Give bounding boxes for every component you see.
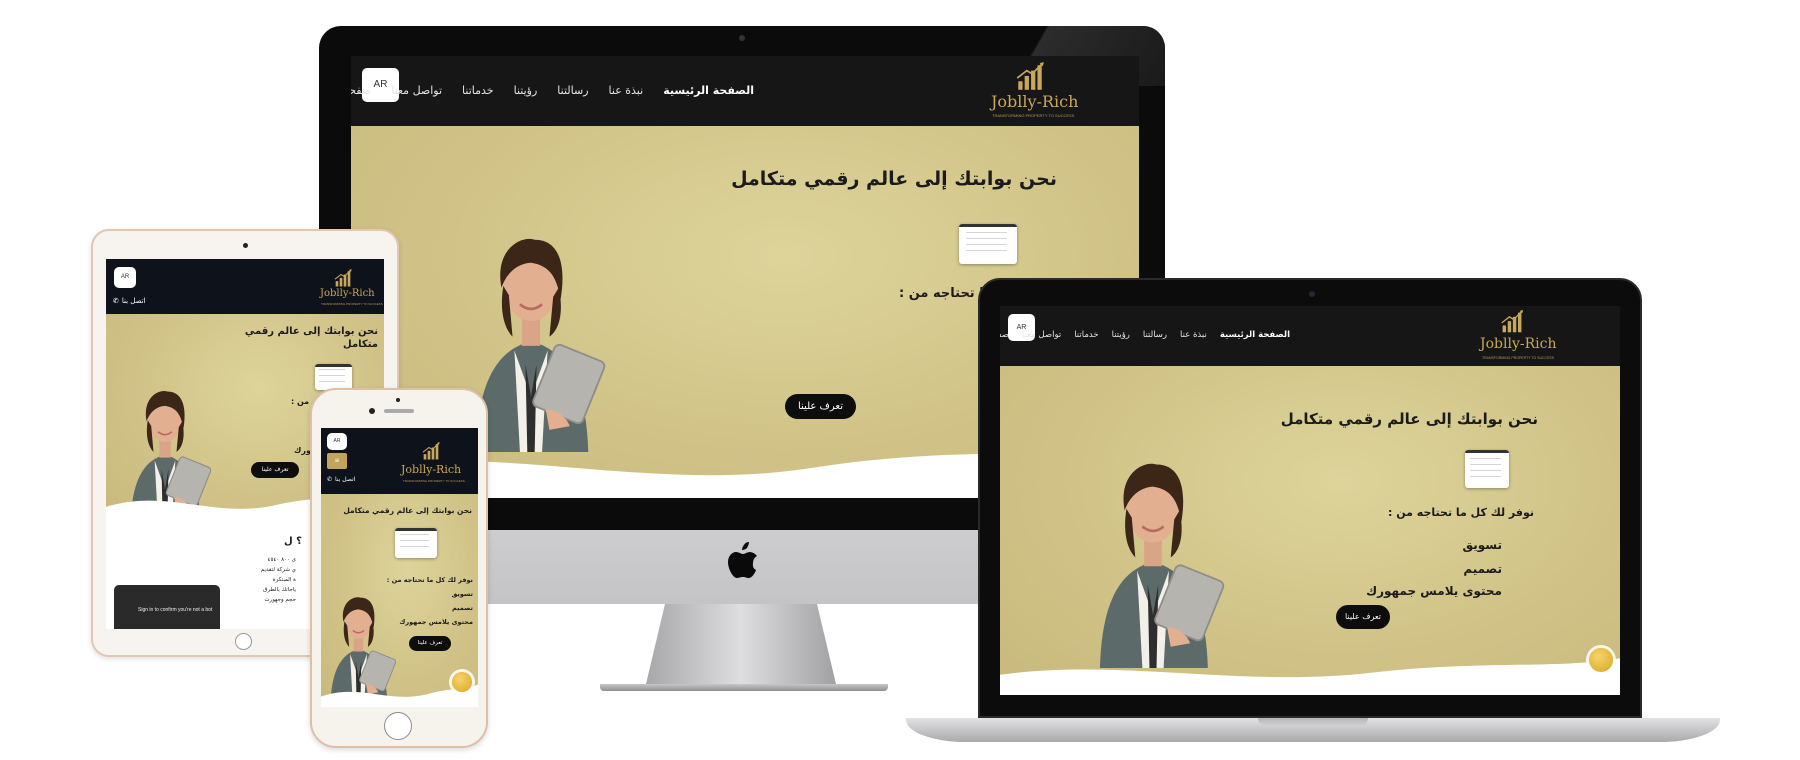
nav-item-vision[interactable]: رؤيتنا (1112, 330, 1130, 340)
iphone-service-1: تسويق (451, 590, 473, 598)
macbook-navbar: AR الصفحة الرئيسية نبذة عنا رسالتنا رؤيت… (1000, 306, 1620, 366)
imac-stand (646, 604, 836, 684)
ipad-hero-screenshot (315, 364, 352, 390)
ipad-navbar: AR ✆ اتصل بنا Joblly-Rich TRANSFORMING PR… (106, 259, 384, 314)
macbook-service-1: تسويق (1462, 538, 1502, 552)
nav-item-pages[interactable]: صفحات (1000, 330, 1009, 340)
logo-icon (1014, 62, 1046, 92)
nav-item-about[interactable]: نبذة عنا (1180, 330, 1207, 340)
iphone-home-button (384, 712, 412, 740)
macbook-service-3: محتوى يلامس جمهورك (1366, 584, 1502, 598)
call-fab-icon[interactable] (452, 672, 472, 692)
iphone-camera (369, 408, 375, 414)
nav-item-mission[interactable]: رسالتنا (1143, 330, 1167, 340)
iphone-hero-screenshot (395, 528, 437, 558)
iphone-hero-headline: نحن بوابتك إلى عالم رقمي متكامل (343, 506, 472, 515)
nav-item-home[interactable]: الصفحة الرئيسية (663, 84, 754, 97)
macbook-device: AR الصفحة الرئيسية نبذة عنا رسالتنا رؤيت… (978, 278, 1642, 718)
phone-icon: ✆ (113, 297, 119, 305)
ipad-hero-service: ورك (294, 446, 311, 455)
iphone-lang-switch[interactable]: AR (327, 433, 347, 450)
logo-icon (333, 269, 353, 288)
ipad-section-title: ؟ ل (284, 536, 302, 547)
nav-item-about[interactable]: نبذة عنا (609, 84, 644, 97)
imac-logo-tagline: TRANSFORMING PROPERTY TO SUCCESS (992, 113, 1075, 118)
iphone-service-3: محتوى يلامس جمهورك (399, 618, 473, 626)
macbook-screen: AR الصفحة الرئيسية نبذة عنا رسالتنا رؤيت… (1000, 306, 1620, 695)
macbook-camera (1309, 291, 1315, 297)
imac-camera (739, 35, 745, 41)
nav-item-contact[interactable]: تواصل معنا (1022, 330, 1061, 340)
imac-hero-screenshot (959, 224, 1017, 264)
ipad-text-line: ي شركة لتقديم (260, 567, 296, 573)
macbook-hero-screenshot (1465, 450, 1509, 488)
iphone-top-dot (396, 398, 400, 402)
ipad-cta-button[interactable]: تعرف علينا (251, 462, 299, 478)
iphone-screen: AR ≡ ✆ اتصل بنا Joblly-Rich TRANSFORMING … (321, 428, 478, 707)
iphone-navbar: AR ≡ ✆ اتصل بنا Joblly-Rich TRANSFORMING … (321, 428, 478, 494)
imac-foot (600, 684, 888, 691)
macbook-hero-subtitle: نوفر لك كل ما تحتاجه من : (1388, 506, 1534, 519)
imac-logo-text[interactable]: Joblly-Rich (991, 92, 1078, 111)
imac-navbar: AR الصفحة الرئيسية نبذة عنا رسالتنا رؤيت… (351, 56, 1139, 126)
macbook-hero-person (1078, 438, 1228, 668)
macbook-nav-links: الصفحة الرئيسية نبذة عنا رسالتنا رؤيتنا … (1000, 330, 1290, 340)
macbook-hero-headline: نحن بوابتك إلى عالم رقمي متكامل (1280, 410, 1538, 428)
macbook-hero: نحن بوابتك إلى عالم رقمي متكامل نوفر لك … (1000, 366, 1620, 695)
ipad-section-text: ى ٨٠٠ ٤٥٤٠ ي شركة لتقديم ة المبتكرة ياجا… (256, 555, 296, 605)
macbook-service-2: تصميم (1463, 562, 1502, 576)
ipad-text-line: ى ٨٠٠ ٤٥٤٠ (267, 557, 296, 563)
macbook-notch (1258, 718, 1368, 726)
ipad-camera (243, 243, 248, 248)
call-fab-icon[interactable] (1589, 648, 1613, 672)
ipad-logo-text[interactable]: Joblly-Rich (320, 288, 375, 299)
ipad-contact-link[interactable]: ✆ اتصل بنا (113, 297, 146, 305)
apple-logo-icon (728, 542, 757, 578)
logo-icon (421, 442, 441, 461)
phone-icon: ✆ (327, 476, 333, 483)
macbook-logo-text[interactable]: Joblly-Rich (1480, 336, 1556, 352)
ipad-video-embed[interactable]: Sign in to confirm you're not a bot (114, 585, 220, 629)
iphone-hero-subtitle: نوفر لك كل ما تحتاجه من : (386, 576, 473, 584)
macbook-logo-tagline: TRANSFORMING PROPERTY TO SUCCESS (1482, 356, 1555, 360)
iphone-contact-link[interactable]: ✆ اتصل بنا (327, 476, 355, 483)
iphone-menu-toggle[interactable]: ≡ (327, 453, 347, 469)
imac-cta-button[interactable]: تعرف علينا (785, 394, 856, 419)
iphone-logo-tagline: TRANSFORMING PROPERTY TO SUCCESS (403, 479, 465, 483)
ipad-hero-headline-2: متكامل (343, 339, 378, 350)
ipad-lang-switch[interactable]: AR (114, 267, 136, 288)
iphone-cta-button[interactable]: تعرف علينا (409, 636, 451, 651)
iphone-service-2: تصميم (452, 604, 473, 612)
iphone-device: AR ≡ ✆ اتصل بنا Joblly-Rich TRANSFORMING … (310, 388, 488, 748)
macbook-cta-button[interactable]: تعرف علينا (1336, 605, 1390, 629)
ipad-logo-tagline: TRANSFORMING PROPERTY TO SUCCESS (321, 302, 383, 306)
nav-item-home[interactable]: الصفحة الرئيسية (1220, 330, 1290, 340)
iphone-speaker (384, 409, 414, 413)
nav-item-vision[interactable]: رؤيتنا (514, 84, 538, 97)
nav-item-services[interactable]: خدماتنا (1074, 330, 1098, 340)
nav-item-mission[interactable]: رسالتنا (557, 84, 588, 97)
imac-nav-links: الصفحة الرئيسية نبذة عنا رسالتنا رؤيتنا … (351, 84, 754, 97)
ipad-hero-headline-1: نحن بوابتك إلى عالم رقمي (244, 326, 378, 337)
imac-hero-headline: نحن بوابتك إلى عالم رقمي متكامل (731, 168, 1057, 190)
nav-item-contact[interactable]: تواصل معنا (391, 84, 442, 97)
macbook-base (906, 718, 1720, 742)
iphone-logo-text[interactable]: Joblly-Rich (401, 463, 461, 476)
ipad-text-line: ة المبتكرة (272, 577, 296, 583)
ipad-home-button (235, 633, 252, 650)
logo-icon (1499, 310, 1525, 334)
ipad-hero-subtitle: من : (291, 397, 310, 406)
iphone-hero: نحن بوابتك إلى عالم رقمي متكامل نوفر لك … (321, 494, 478, 707)
macbook-hero-wave (1000, 658, 1620, 695)
ipad-video-caption: Sign in to confirm you're not a bot (138, 607, 213, 613)
nav-item-services[interactable]: خدماتنا (462, 84, 494, 97)
nav-item-pages[interactable]: صفحات (351, 84, 371, 97)
ipad-text-line: حجم وجهورت (264, 597, 296, 603)
ipad-text-line: ياجاتك بالطرق (263, 587, 296, 593)
